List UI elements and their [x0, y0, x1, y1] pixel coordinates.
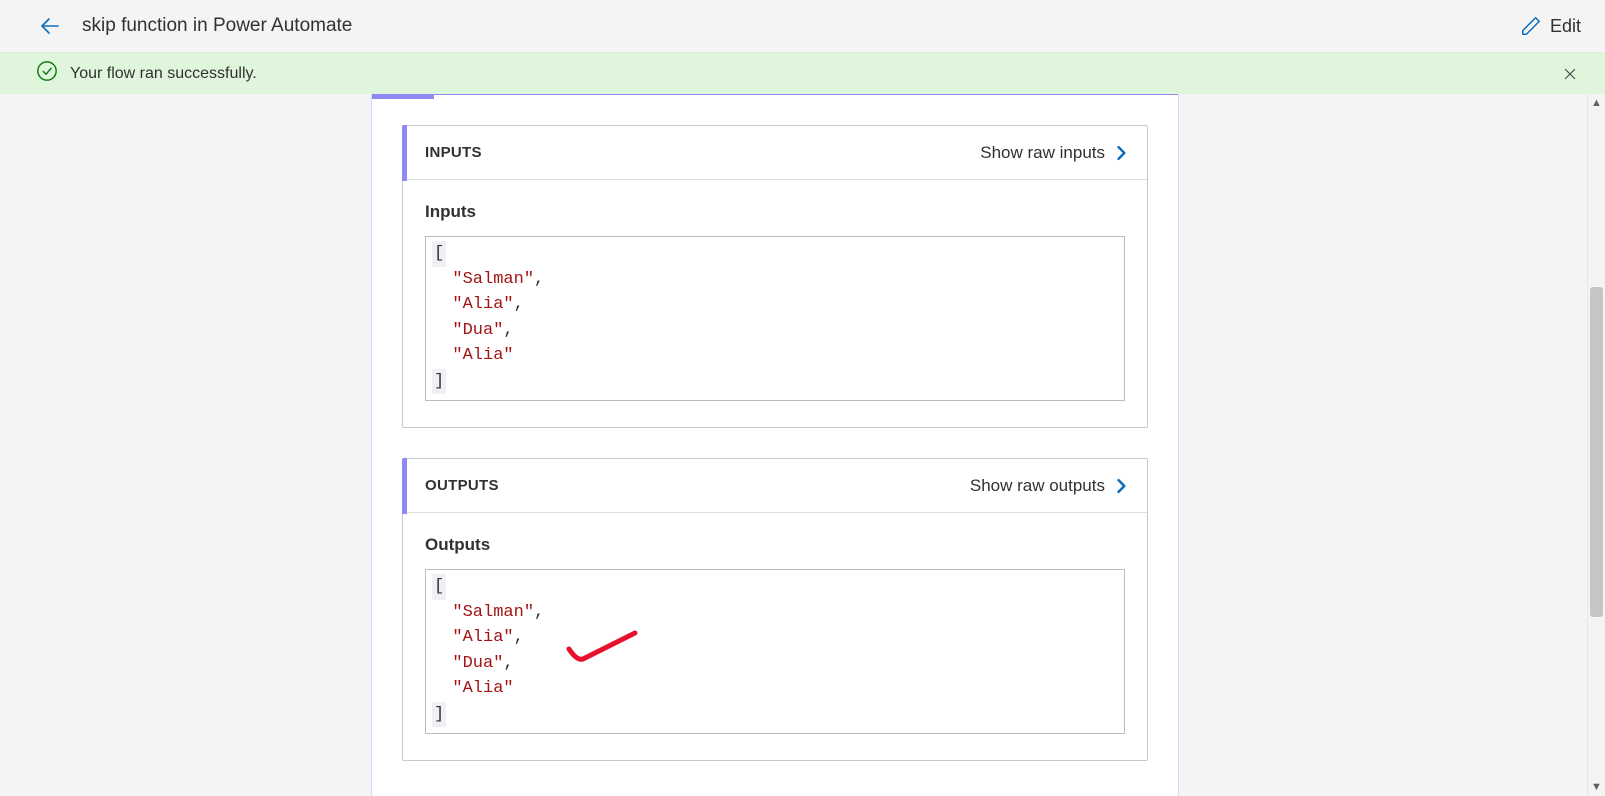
topbar: skip function in Power Automate Edit [0, 0, 1605, 52]
check-circle-icon [36, 60, 58, 87]
banner-close-button[interactable] [1559, 63, 1581, 85]
page-title: skip function in Power Automate [82, 15, 1520, 37]
chevron-right-icon [1111, 143, 1131, 163]
pencil-icon [1520, 15, 1542, 37]
inputs-body-label: Inputs [425, 202, 1125, 222]
outputs-panel-header: OUTPUTS Show raw outputs [403, 459, 1147, 513]
outputs-panel: OUTPUTS Show raw outputs Outputs [ "Salm… [402, 458, 1148, 761]
banner-message: Your flow ran successfully. [70, 65, 257, 83]
show-raw-inputs-label: Show raw inputs [980, 143, 1105, 163]
scroll-track[interactable] [1588, 112, 1605, 778]
vertical-scrollbar[interactable]: ▲ ▼ [1587, 94, 1605, 796]
show-raw-outputs-label: Show raw outputs [970, 476, 1105, 496]
show-raw-inputs-link[interactable]: Show raw inputs [980, 143, 1131, 163]
inputs-title: INPUTS [425, 144, 980, 161]
chevron-right-icon [1111, 476, 1131, 496]
back-button[interactable] [36, 12, 64, 40]
canvas: INPUTS Show raw inputs Inputs [ "Salman"… [0, 94, 1605, 796]
inputs-panel: INPUTS Show raw inputs Inputs [ "Salman"… [402, 125, 1148, 428]
success-banner: Your flow ran successfully. [0, 52, 1605, 94]
inputs-panel-header: INPUTS Show raw inputs [403, 126, 1147, 180]
outputs-body-label: Outputs [425, 535, 1125, 555]
scroll-thumb[interactable] [1590, 287, 1603, 617]
outputs-title: OUTPUTS [425, 477, 970, 494]
edit-label: Edit [1550, 16, 1581, 37]
inputs-code-box[interactable]: [ "Salman", "Alia", "Dua", "Alia" ] [425, 236, 1125, 401]
scroll-up-button[interactable]: ▲ [1588, 94, 1605, 112]
show-raw-outputs-link[interactable]: Show raw outputs [970, 476, 1131, 496]
scroll-down-button[interactable]: ▼ [1588, 778, 1605, 796]
outputs-code-box[interactable]: [ "Salman", "Alia", "Dua", "Alia" ] [425, 569, 1125, 734]
edit-button[interactable]: Edit [1520, 15, 1581, 37]
arrow-left-icon [38, 14, 62, 38]
close-icon [1562, 66, 1578, 82]
action-card: INPUTS Show raw inputs Inputs [ "Salman"… [371, 94, 1179, 796]
